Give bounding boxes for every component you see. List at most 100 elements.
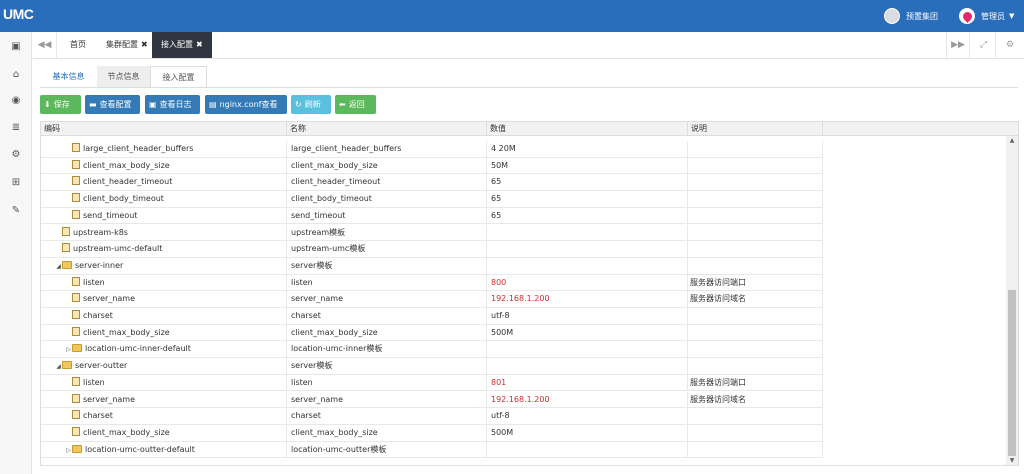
name-cell: client_max_body_size (287, 424, 487, 441)
value-cell[interactable]: 800 (487, 274, 688, 291)
table-row[interactable]: client_max_body_size client_max_body_size… (41, 157, 823, 175)
table-row[interactable]: ▷ location-umc-inner-default location-umc-… (41, 341, 823, 359)
value-cell[interactable]: 801 (487, 374, 688, 391)
name-cell: charset (287, 408, 487, 425)
value-cell[interactable] (487, 341, 688, 358)
table-row[interactable]: send_timeout send_timeout 65 (41, 207, 823, 225)
app-header: UMC 预置集团 管理员 ▼ (0, 0, 1024, 32)
value-cell[interactable]: 50M (487, 157, 688, 174)
nginx-conf-button[interactable]: ▤ nginx.conf查看 (205, 95, 287, 114)
tab-access-config-detail[interactable]: 接入配置 (150, 66, 207, 88)
tab-basic-info[interactable]: 基本信息 (40, 66, 97, 88)
group-switcher[interactable]: 预置集团 (884, 7, 938, 25)
sitemap-icon[interactable]: ⊞ (10, 177, 22, 189)
refresh-button[interactable]: ↻ 刷新 (291, 95, 331, 114)
collapse-icon[interactable]: ◢ (55, 259, 62, 274)
bank-icon[interactable]: ⌂ (10, 69, 22, 81)
value-cell[interactable]: 65 (487, 191, 688, 208)
column-header-value[interactable]: 数值 (487, 122, 688, 136)
table-row[interactable]: ◢ server-inner server模板 (41, 257, 823, 275)
value-cell[interactable] (487, 241, 688, 258)
tab-access-config[interactable]: 接入配置 ✖ (152, 32, 212, 58)
scroll-up-icon[interactable]: ▲ (1006, 136, 1018, 146)
table-row[interactable]: ▷ location-umc-outter-default location-umc… (41, 441, 823, 459)
table-row[interactable]: client_body_timeout client_body_timeout 65 (41, 191, 823, 208)
folder-icon (62, 260, 72, 269)
value-cell[interactable]: 500M (487, 324, 688, 341)
user-menu[interactable]: 管理员 ▼ (959, 7, 1014, 25)
value-cell[interactable]: 192.168.1.200 (487, 391, 688, 408)
view-log-button[interactable]: ▣ 查看日志 (145, 95, 200, 114)
id-card-icon[interactable]: ▣ (10, 41, 22, 53)
value-cell[interactable]: 65 (487, 207, 688, 224)
back-button[interactable]: ⬅ 返回 (335, 95, 376, 114)
value-cell[interactable] (487, 441, 688, 458)
code-text: upstream-umc-default (73, 244, 163, 254)
folder-icon (62, 361, 72, 370)
table-row[interactable]: client_max_body_size client_max_body_size… (41, 324, 823, 342)
desc-cell: 服务器访问域名 (688, 391, 823, 408)
eye-icon[interactable]: ◉ (10, 95, 22, 107)
folder-icon (72, 444, 82, 453)
table-row[interactable]: server_name server_name 192.168.1.200 服务器访问… (41, 391, 823, 409)
expand-icon[interactable]: ▷ (65, 443, 72, 458)
scroll-down-icon[interactable]: ▼ (1006, 456, 1018, 465)
table-row[interactable]: client_header_timeout client_header_timeo… (41, 174, 823, 192)
name-cell: listen (287, 274, 487, 291)
value-cell[interactable] (487, 257, 688, 274)
value-cell[interactable]: 192.168.1.200 (487, 291, 688, 308)
desc-cell (688, 324, 823, 341)
value-cell[interactable]: utf-8 (487, 408, 688, 425)
name-cell: large_client_header_buffers (287, 141, 487, 157)
code-cell: ◢ server-inner (41, 257, 287, 274)
code-cell: server_name (41, 291, 287, 308)
close-icon[interactable]: ✖ (196, 40, 203, 49)
file-icon (72, 293, 80, 303)
fullscreen-icon[interactable]: ⤢ (972, 32, 996, 58)
tab-home[interactable]: 首页 (63, 32, 93, 58)
table-row[interactable]: large_client_header_buffers large_client_… (41, 141, 823, 158)
column-header-desc[interactable]: 说明 (688, 122, 823, 136)
value-cell[interactable]: utf-8 (487, 308, 688, 324)
close-icon[interactable]: ✖ (141, 40, 148, 49)
tab-scroll-left-icon[interactable]: ◀◀ (33, 32, 57, 58)
value-cell[interactable]: 4 20M (487, 141, 688, 157)
table-row[interactable]: listen listen 801 服务器访问端口 (41, 374, 823, 392)
tab-bar: ◀◀ 首页 集群配置 ✖ 接入配置 ✖ ▶▶ ⤢ ⚙ (33, 32, 1024, 59)
view-config-button[interactable]: ▬ 查看配置 (85, 95, 140, 114)
column-header-name[interactable]: 名称 (287, 122, 487, 136)
wrench-icon[interactable]: ✎ (10, 205, 22, 217)
tab-cluster-config[interactable]: 集群配置 ✖ (99, 32, 151, 58)
table-row[interactable]: ◢ server-outter server模板 (41, 358, 823, 375)
value-cell[interactable] (487, 224, 688, 241)
code-cell: client_body_timeout (41, 191, 287, 208)
table-row[interactable]: upstream-k8s upstream模板 (41, 224, 823, 242)
code-text: client_body_timeout (83, 194, 164, 204)
app-logo[interactable]: UMC (3, 6, 34, 22)
name-cell: send_timeout (287, 207, 487, 224)
desc-cell: 服务器访问域名 (688, 291, 823, 308)
settings-icon[interactable]: ⚙ (998, 32, 1022, 58)
table-row[interactable]: charset charset utf-8 (41, 408, 823, 425)
expand-icon[interactable]: ▷ (65, 342, 72, 357)
list-alt-icon: ▤ (209, 100, 217, 109)
table-row[interactable]: server_name server_name 192.168.1.200 服务器访问… (41, 291, 823, 308)
scrollbar-thumb[interactable] (1008, 290, 1016, 456)
value-cell[interactable] (487, 358, 688, 375)
column-header-code[interactable]: 编码 (41, 122, 287, 136)
tab-node-info[interactable]: 节点信息 (97, 66, 150, 88)
user-name: 管理员 (981, 11, 1005, 21)
user-location-icon (959, 8, 975, 24)
grid-scrollbar[interactable]: ▲ ▼ (1006, 136, 1018, 465)
gear-icon[interactable]: ⚙ (10, 149, 22, 161)
value-cell[interactable]: 65 (487, 174, 688, 191)
table-row[interactable]: client_max_body_size client_max_body_size… (41, 424, 823, 442)
list-icon[interactable]: ≣ (10, 122, 22, 134)
table-row[interactable]: listen listen 800 服务器访问端口 (41, 274, 823, 292)
tab-scroll-right-icon[interactable]: ▶▶ (946, 32, 970, 58)
save-button[interactable]: ⬇ 保存 (40, 95, 81, 114)
value-cell[interactable]: 500M (487, 424, 688, 441)
table-row[interactable]: upstream-umc-default upstream-umc模板 (41, 241, 823, 258)
table-row[interactable]: charset charset utf-8 (41, 308, 823, 325)
collapse-icon[interactable]: ◢ (55, 359, 62, 374)
